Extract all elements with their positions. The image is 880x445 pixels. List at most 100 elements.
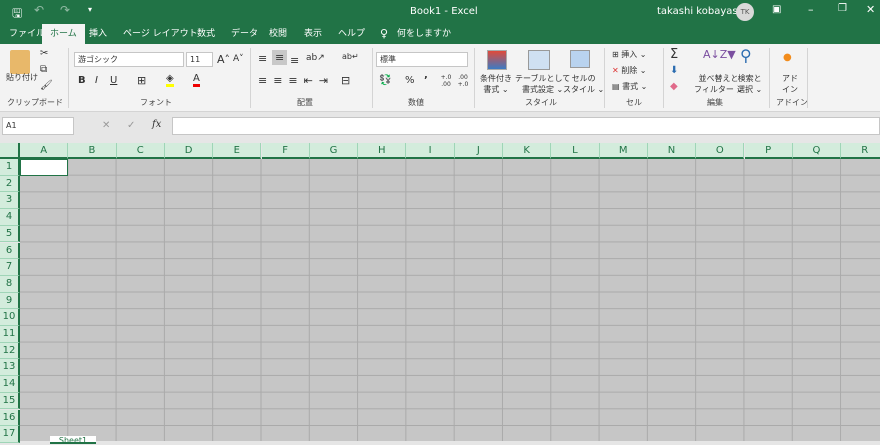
selected-cell-a1[interactable] xyxy=(20,159,68,176)
align-middle-icon[interactable]: ≡ xyxy=(272,50,288,65)
insert-function-button[interactable]: fx xyxy=(152,119,161,130)
autosum-button[interactable]: Σ xyxy=(670,47,678,62)
format-cells-button[interactable]: ▤ 書式 ⌄ xyxy=(612,81,647,92)
column-header[interactable]: A xyxy=(20,143,69,159)
font-color-icon[interactable]: A xyxy=(193,73,200,87)
user-name[interactable]: takashi kobayashi xyxy=(657,6,747,17)
redo-icon[interactable]: ↷ xyxy=(60,3,70,17)
row-header[interactable]: 6 xyxy=(0,242,20,260)
accounting-format-icon[interactable]: 💱 xyxy=(379,75,391,86)
insert-cells-button[interactable]: ⊞ 挿入 ⌄ xyxy=(612,49,647,60)
minimize-icon[interactable]: – xyxy=(808,3,814,16)
italic-button[interactable]: I xyxy=(95,75,98,86)
close-icon[interactable]: ✕ xyxy=(866,3,875,16)
column-header[interactable]: N xyxy=(647,143,697,159)
fill-icon[interactable]: ⬇ xyxy=(670,65,678,76)
copy-icon[interactable]: ⧉ xyxy=(40,64,47,75)
clear-icon[interactable]: ◆ xyxy=(670,81,678,92)
comma-button[interactable]: ’ xyxy=(424,75,428,86)
cancel-button[interactable]: ✕ xyxy=(102,120,110,131)
horizontal-align-icons[interactable]: ≡≡≡⇤⇥ xyxy=(258,74,334,87)
tab-view[interactable]: 表示 xyxy=(304,24,322,44)
column-header[interactable]: K xyxy=(503,143,552,159)
sheet-tab[interactable]: Sheet1 xyxy=(50,436,96,445)
row-header[interactable]: 8 xyxy=(0,275,20,293)
tab-file[interactable]: ファイル xyxy=(9,24,45,44)
undo-icon[interactable]: ↶ xyxy=(34,3,44,17)
paste-button[interactable]: 貼り付け xyxy=(6,72,38,83)
row-header[interactable]: 2 xyxy=(0,175,20,193)
column-header[interactable]: R xyxy=(841,143,880,159)
column-header[interactable]: L xyxy=(551,143,600,159)
cut-icon[interactable]: ✂ xyxy=(40,48,48,59)
column-header[interactable]: B xyxy=(68,143,117,159)
align-top-icon[interactable]: ≡ xyxy=(258,52,267,65)
cell-styles-button[interactable]: セルの スタイル ⌄ xyxy=(563,73,604,95)
underline-button[interactable]: U xyxy=(110,75,117,86)
sort-filter-button[interactable]: 並べ替えと フィルター ⌄ xyxy=(694,73,743,95)
tab-review[interactable]: 校閲 xyxy=(269,24,287,44)
font-size-select[interactable]: 11 xyxy=(186,52,213,67)
row-header[interactable]: 5 xyxy=(0,225,20,243)
paste-icon[interactable] xyxy=(10,50,30,74)
save-icon[interactable]: 🖫 xyxy=(12,4,22,25)
column-header[interactable]: O xyxy=(696,143,745,159)
delete-cells-button[interactable]: ✕ 削除 ⌄ xyxy=(612,65,647,76)
column-header[interactable]: J xyxy=(454,143,503,159)
tab-page-layout[interactable]: ページ レイアウト xyxy=(123,24,198,44)
column-header[interactable]: Q xyxy=(792,143,842,159)
increase-decimal-button[interactable]: +.0 .00 xyxy=(439,74,453,88)
orientation-icon[interactable]: ab↗ xyxy=(306,53,325,63)
shrink-font-icon[interactable]: A˅ xyxy=(233,54,244,64)
tab-data[interactable]: データ xyxy=(231,24,258,44)
grow-font-icon[interactable]: A˄ xyxy=(217,53,230,66)
formula-input[interactable] xyxy=(172,117,880,135)
row-header[interactable]: 11 xyxy=(0,326,20,343)
enter-button[interactable]: ✓ xyxy=(127,120,135,131)
column-header[interactable]: G xyxy=(309,143,359,159)
row-header[interactable]: 17 xyxy=(0,426,20,443)
tab-home[interactable]: ホーム xyxy=(42,24,85,44)
row-header[interactable]: 14 xyxy=(0,376,20,393)
addin-button[interactable]: アド イン xyxy=(782,73,798,95)
column-header[interactable]: I xyxy=(406,143,455,159)
column-header[interactable]: P xyxy=(744,143,793,159)
find-select-button[interactable]: 検索と 選択 ⌄ xyxy=(737,73,762,95)
number-format-select[interactable]: 標準 xyxy=(376,52,468,67)
font-name-select[interactable]: 游ゴシック xyxy=(74,52,184,67)
row-header[interactable]: 7 xyxy=(0,259,20,276)
decrease-decimal-button[interactable]: .00 +.0 xyxy=(456,74,470,88)
align-bottom-icon[interactable]: ≡ xyxy=(290,54,299,67)
column-header[interactable]: C xyxy=(116,143,165,159)
format-as-table-button[interactable]: テーブルとして 書式設定 ⌄ xyxy=(515,73,570,95)
ribbon-display-icon[interactable]: ▣ xyxy=(772,4,781,15)
column-header[interactable]: F xyxy=(261,143,310,159)
row-header[interactable]: 3 xyxy=(0,192,20,210)
row-header[interactable]: 13 xyxy=(0,359,20,377)
percent-button[interactable]: % xyxy=(405,75,415,86)
column-header[interactable]: E xyxy=(213,143,262,159)
row-header[interactable]: 10 xyxy=(0,309,20,326)
tab-help[interactable]: ヘルプ xyxy=(338,24,365,44)
wrap-text-icon[interactable]: ab↵ xyxy=(342,52,359,61)
borders-icon[interactable]: ⊞ xyxy=(137,74,146,87)
bold-button[interactable]: B xyxy=(78,75,86,86)
fill-color-icon[interactable]: ◈ xyxy=(166,73,174,87)
cell-grid[interactable] xyxy=(20,159,880,441)
row-header[interactable]: 12 xyxy=(0,342,20,360)
row-header[interactable]: 1 xyxy=(0,159,20,176)
row-header[interactable]: 4 xyxy=(0,209,20,226)
tab-insert[interactable]: 挿入 xyxy=(89,24,107,44)
row-header[interactable]: 16 xyxy=(0,409,20,427)
conditional-formatting-button[interactable]: 条件付き 書式 ⌄ xyxy=(480,73,512,95)
format-painter-icon[interactable]: 🖌 xyxy=(40,80,53,91)
column-header[interactable]: H xyxy=(358,143,407,159)
row-header[interactable]: 9 xyxy=(0,292,20,310)
customize-qat-icon[interactable]: ▾ xyxy=(88,5,92,14)
merge-center-icon[interactable]: ⊟ xyxy=(341,74,350,87)
column-header[interactable]: M xyxy=(599,143,648,159)
row-header[interactable]: 15 xyxy=(0,392,20,410)
tell-me-search[interactable]: 何をしますか xyxy=(397,24,451,44)
name-box[interactable]: A1 xyxy=(2,117,74,135)
column-header[interactable]: D xyxy=(164,143,214,159)
